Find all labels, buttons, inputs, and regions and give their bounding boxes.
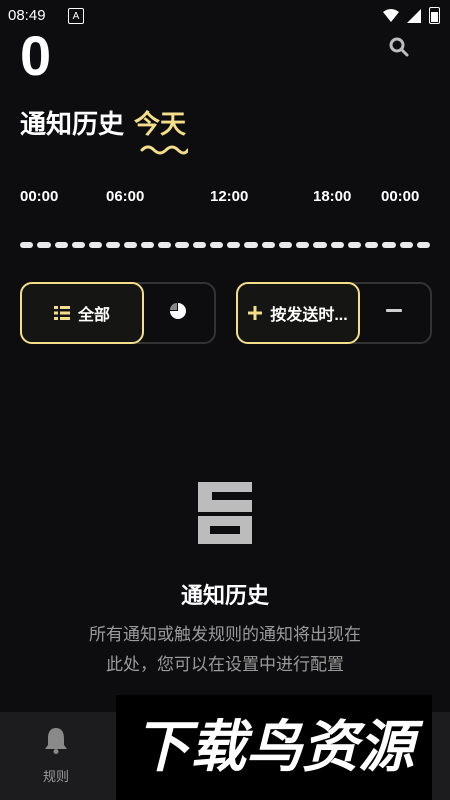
timeline-segment (278, 242, 292, 248)
sort-by-time-label: 按发送时... (270, 307, 348, 324)
timeline-segment (399, 242, 413, 248)
timeline-segment (71, 242, 85, 248)
timeline-segment (140, 242, 154, 248)
remove-sort-button[interactable] (358, 282, 430, 340)
period-selector[interactable]: 今天 (134, 104, 186, 141)
timeline-bar (20, 242, 430, 248)
timeline-segment (106, 242, 120, 248)
minus-icon (386, 309, 402, 312)
all-filter-button[interactable]: 全部 (20, 282, 144, 344)
time-tick: 00:00 (20, 188, 59, 205)
timeline-segment (37, 242, 51, 248)
battery-icon (429, 7, 440, 24)
view-filter-group: 全部 (20, 282, 216, 344)
timeline-segment (54, 242, 68, 248)
title-row: 通知历史 今天 (20, 104, 186, 141)
notification-a-icon: A (68, 8, 84, 24)
wifi-icon (383, 8, 399, 22)
all-filter-label: 全部 (77, 307, 110, 324)
timeline-segment (89, 242, 103, 248)
pie-chart-icon (170, 303, 186, 319)
time-tick: 12:00 (210, 188, 249, 205)
timeline-segment (365, 242, 379, 248)
watermark-logo: 下载鸟资源 (134, 715, 424, 780)
timeline-segment (175, 242, 189, 248)
notification-count: 0 (20, 24, 52, 87)
timeline-segment (158, 242, 172, 248)
timeline-segment (123, 242, 137, 248)
status-bar: 08:49 A (0, 0, 450, 32)
list-icon (53, 306, 70, 320)
time-tick: 00:00 (381, 188, 420, 205)
empty-desc-line2: 此处，您可以在设置中进行配置 (106, 655, 344, 674)
timeline-segment (20, 242, 34, 248)
nav-label-rules: 规则 (42, 769, 69, 784)
signal-icon (407, 8, 421, 23)
timeline-segment (313, 242, 327, 248)
plus-icon (248, 306, 263, 320)
status-icons (383, 7, 440, 24)
timeline-segment (209, 242, 223, 248)
sort-by-time-button[interactable]: 按发送时... (236, 282, 360, 344)
nav-item-rules[interactable]: 规则 (28, 726, 84, 785)
wave-underline-icon (140, 145, 188, 155)
page-title: 通知历史 (20, 109, 125, 139)
sort-filter-group: 按发送时... (236, 282, 432, 344)
timeline-segment (227, 242, 241, 248)
history-document-icon (198, 482, 252, 544)
time-tick: 18:00 (313, 188, 352, 205)
svg-text:下载鸟资源: 下载鸟资源 (134, 715, 424, 780)
watermark: 下载鸟资源 (116, 695, 432, 800)
time-axis: 00:00 06:00 12:00 18:00 00:00 (0, 188, 450, 208)
timeline-segment (330, 242, 344, 248)
timeline-segment (382, 242, 396, 248)
empty-state-title: 通知历史 (180, 583, 269, 608)
empty-desc-line1: 所有通知或触发规则的通知将出现在 (89, 625, 361, 644)
bell-icon (45, 728, 67, 754)
timeline-segment (296, 242, 310, 248)
timeline-segment (416, 242, 430, 248)
timeline-segment (347, 242, 361, 248)
chart-view-button[interactable] (142, 282, 214, 340)
timeline-segment (261, 242, 275, 248)
timeline-segment (192, 242, 206, 248)
time-tick: 06:00 (106, 188, 145, 205)
status-time: 08:49 (8, 7, 46, 24)
timeline-segment (244, 242, 258, 248)
empty-state-description: 所有通知或触发规则的通知将出现在 此处，您可以在设置中进行配置 (60, 620, 390, 680)
search-icon[interactable] (388, 36, 410, 58)
